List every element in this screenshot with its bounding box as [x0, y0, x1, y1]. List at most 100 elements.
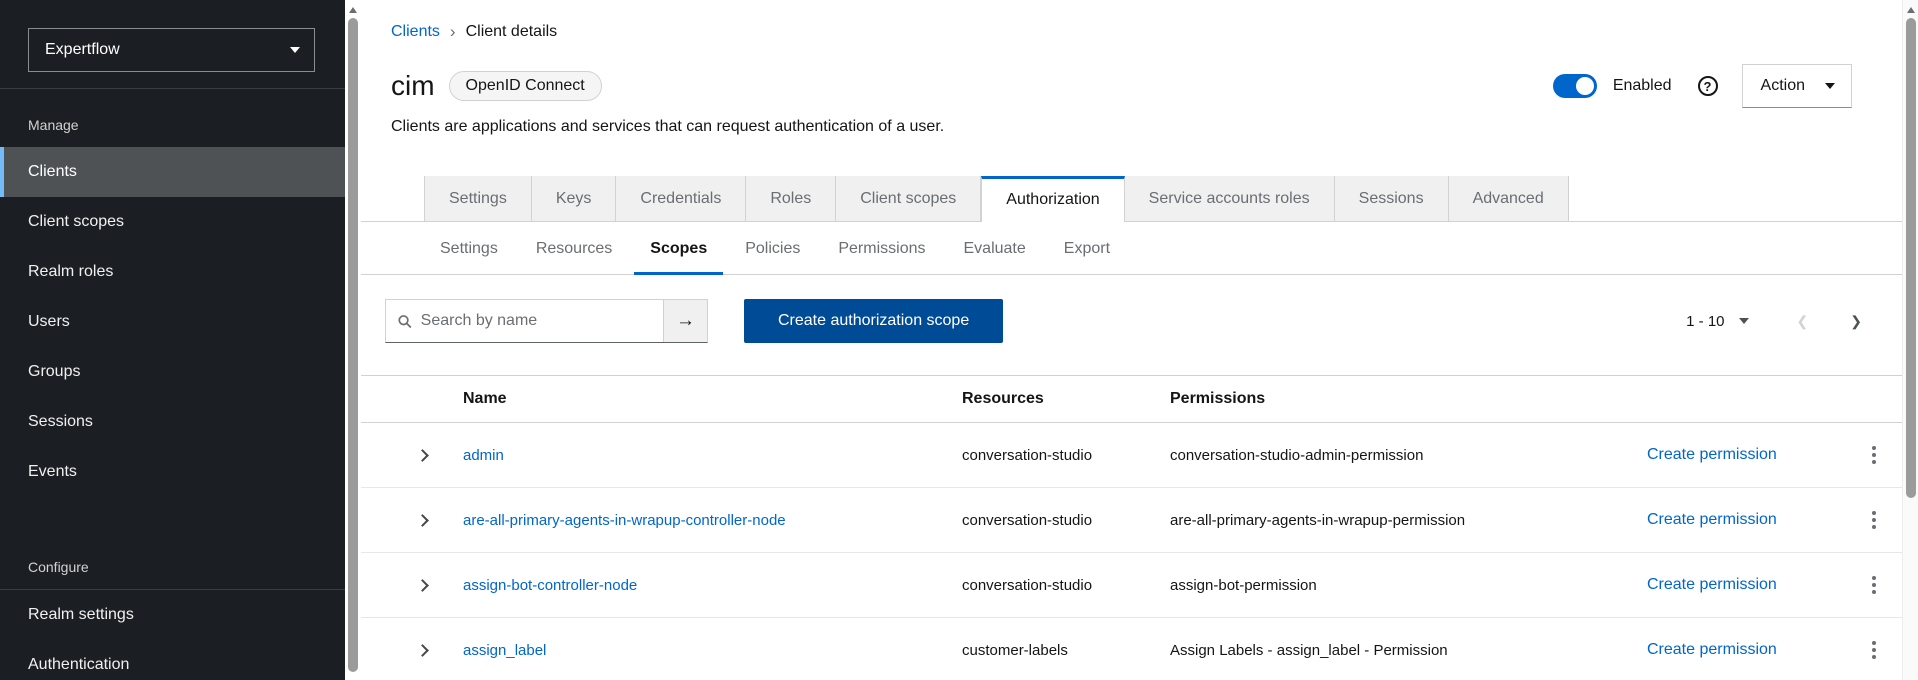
- action-dropdown-label: Action: [1761, 77, 1805, 95]
- sidebar-item-authentication[interactable]: Authentication: [0, 640, 345, 680]
- pagination-prev-button[interactable]: ❮: [1797, 313, 1809, 330]
- subtab-settings[interactable]: Settings: [424, 222, 514, 275]
- protocol-badge: OpenID Connect: [449, 71, 602, 101]
- row-expander[interactable]: [402, 571, 443, 600]
- sidebar-item-sessions[interactable]: Sessions: [0, 397, 345, 447]
- tab-credentials[interactable]: Credentials: [616, 176, 746, 222]
- sidebar-item-clients[interactable]: Clients: [0, 147, 345, 197]
- scope-name-link[interactable]: are-all-primary-agents-in-wrapup-control…: [443, 512, 962, 529]
- column-header-name: Name: [443, 390, 962, 408]
- permission-cell: are-all-primary-agents-in-wrapup-permiss…: [1170, 512, 1647, 529]
- breadcrumb: Clients › Client details: [391, 22, 1902, 42]
- tab-advanced[interactable]: Advanced: [1449, 176, 1569, 222]
- row-expander[interactable]: [402, 506, 443, 535]
- subtab-scopes[interactable]: Scopes: [634, 222, 723, 275]
- sidebar-nav: Manage Clients Client scopes Realm roles…: [0, 89, 345, 680]
- tab-client-scopes[interactable]: Client scopes: [836, 176, 981, 222]
- scope-name-link[interactable]: assign_label: [443, 642, 962, 659]
- resource-cell: conversation-studio: [962, 577, 1170, 594]
- nav-section-manage: Manage: [0, 89, 345, 147]
- permission-cell: assign-bot-permission: [1170, 577, 1647, 594]
- chevron-right-icon: [416, 579, 429, 592]
- subtab-policies[interactable]: Policies: [729, 222, 816, 275]
- search-input[interactable]: [421, 312, 653, 330]
- create-permission-link[interactable]: Create permission: [1647, 576, 1845, 594]
- breadcrumb-clients-link[interactable]: Clients: [391, 23, 440, 41]
- sidebar-item-groups[interactable]: Groups: [0, 347, 345, 397]
- tab-authorization[interactable]: Authorization: [981, 176, 1124, 222]
- sidebar-item-client-scopes[interactable]: Client scopes: [0, 197, 345, 247]
- toggle-knob: [1576, 77, 1594, 95]
- kebab-menu-button[interactable]: [1866, 570, 1882, 600]
- tab-service-accounts-roles[interactable]: Service accounts roles: [1125, 176, 1335, 222]
- help-icon[interactable]: ?: [1698, 76, 1718, 96]
- action-dropdown-button[interactable]: Action: [1742, 64, 1852, 108]
- scope-name-link[interactable]: assign-bot-controller-node: [443, 577, 962, 594]
- sidebar: Expertflow Manage Clients Client scopes …: [0, 0, 345, 680]
- column-header-permissions: Permissions: [1170, 390, 1647, 408]
- realm-name: Expertflow: [45, 41, 120, 59]
- chevron-right-icon: [416, 644, 429, 657]
- table-header: Name Resources Permissions: [361, 375, 1902, 423]
- row-expander[interactable]: [402, 441, 443, 470]
- pagination-range-dropdown[interactable]: 1 - 10: [1686, 313, 1748, 330]
- resource-cell: conversation-studio: [962, 447, 1170, 464]
- resource-cell: customer-labels: [962, 642, 1170, 659]
- sidebar-item-realm-settings[interactable]: Realm settings: [0, 590, 345, 640]
- resource-cell: conversation-studio: [962, 512, 1170, 529]
- scrollbar-thumb[interactable]: [348, 18, 358, 672]
- pagination-next-button[interactable]: ❯: [1850, 313, 1862, 330]
- create-permission-link[interactable]: Create permission: [1647, 641, 1845, 659]
- tab-keys[interactable]: Keys: [532, 176, 617, 222]
- sidebar-item-realm-roles[interactable]: Realm roles: [0, 247, 345, 297]
- nav-section-configure: Configure: [0, 497, 345, 589]
- create-permission-link[interactable]: Create permission: [1647, 511, 1845, 529]
- scrollbar-thumb[interactable]: [1906, 18, 1916, 498]
- kebab-menu-button[interactable]: [1866, 635, 1882, 665]
- table-row: are-all-primary-agents-in-wrapup-control…: [361, 488, 1902, 553]
- header-controls: Enabled ? Action: [1553, 64, 1852, 108]
- subtab-permissions[interactable]: Permissions: [822, 222, 941, 275]
- client-description: Clients are applications and services th…: [391, 118, 1852, 136]
- search-icon: [398, 314, 412, 329]
- scopes-toolbar: → Create authorization scope 1 - 10 ❮ ❯: [385, 299, 1862, 343]
- tab-settings[interactable]: Settings: [424, 176, 532, 222]
- scope-name-link[interactable]: admin: [443, 447, 962, 464]
- permission-cell: conversation-studio-admin-permission: [1170, 447, 1647, 464]
- table-row: admin conversation-studio conversation-s…: [361, 423, 1902, 488]
- chevron-right-icon: ›: [450, 22, 456, 42]
- kebab-menu-button[interactable]: [1866, 440, 1882, 470]
- sidebar-item-events[interactable]: Events: [0, 447, 345, 497]
- column-header-resources: Resources: [962, 390, 1170, 408]
- scroll-up-icon[interactable]: [1907, 7, 1915, 13]
- permission-cell: Assign Labels - assign_label - Permissio…: [1170, 642, 1647, 659]
- table-row: assign_label customer-labels Assign Labe…: [361, 618, 1902, 680]
- breadcrumb-current: Client details: [466, 23, 558, 41]
- enabled-toggle[interactable]: [1553, 74, 1597, 98]
- realm-selector[interactable]: Expertflow: [28, 28, 315, 72]
- create-authorization-scope-button[interactable]: Create authorization scope: [744, 299, 1003, 343]
- row-expander[interactable]: [402, 636, 443, 665]
- client-header: cim OpenID Connect Enabled ? Action: [391, 64, 1852, 108]
- tab-roles[interactable]: Roles: [746, 176, 836, 222]
- search-group: →: [385, 299, 708, 343]
- chevron-down-icon: [1825, 83, 1835, 89]
- subtab-resources[interactable]: Resources: [520, 222, 628, 275]
- client-tabs: Settings Keys Credentials Roles Client s…: [361, 176, 1902, 222]
- pagination-range: 1 - 10: [1686, 313, 1724, 330]
- search-submit-button[interactable]: →: [663, 300, 707, 342]
- sidebar-item-users[interactable]: Users: [0, 297, 345, 347]
- create-permission-link[interactable]: Create permission: [1647, 446, 1845, 464]
- chevron-right-icon: [416, 449, 429, 462]
- kebab-menu-button[interactable]: [1866, 505, 1882, 535]
- scroll-up-icon[interactable]: [349, 7, 357, 13]
- tab-sessions[interactable]: Sessions: [1335, 176, 1449, 222]
- subtab-evaluate[interactable]: Evaluate: [948, 222, 1042, 275]
- authorization-scopes-table: Name Resources Permissions admin convers…: [361, 375, 1902, 680]
- main-content: Clients › Client details cim OpenID Conn…: [361, 0, 1902, 680]
- pagination: 1 - 10 ❮ ❯: [1686, 313, 1862, 330]
- sidebar-scrollbar: [345, 0, 361, 680]
- subtab-export[interactable]: Export: [1048, 222, 1126, 275]
- search-box: [386, 300, 663, 342]
- chevron-right-icon: [416, 514, 429, 527]
